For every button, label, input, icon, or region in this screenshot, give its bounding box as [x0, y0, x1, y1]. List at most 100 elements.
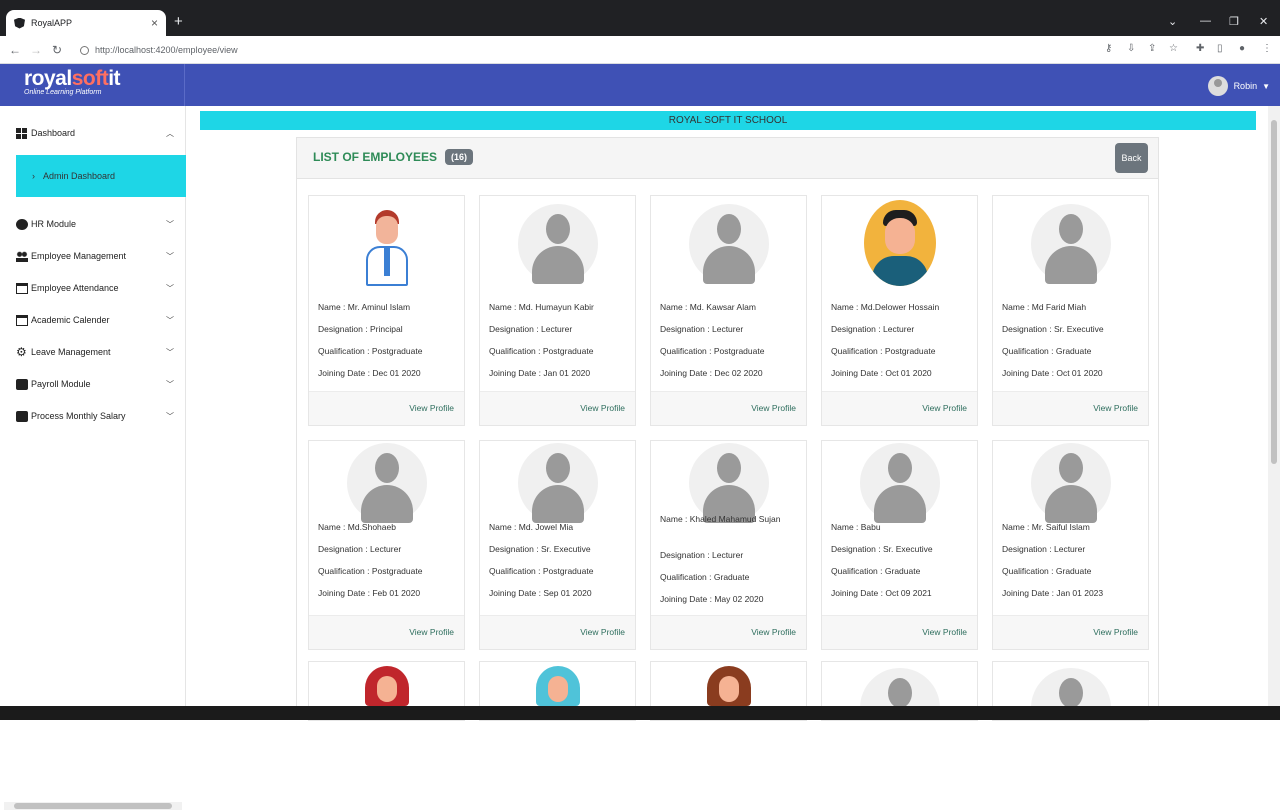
view-profile-link[interactable]: View Profile: [922, 403, 967, 413]
sidebar-horizontal-scrollbar[interactable]: [4, 802, 182, 810]
browser-tabbar: RoyalAPP × + ⌄ — ❐ ✕: [0, 0, 1280, 36]
employee-card: Name : Mr. Saiful Islam Designation : Lec…: [992, 440, 1149, 650]
employee-joining-date: Joining Date : Feb 01 2020: [318, 588, 458, 610]
page-title: LIST OF EMPLOYEES: [313, 150, 438, 164]
user-menu[interactable]: Robin ▼: [1207, 76, 1270, 96]
employee-name: Name : Md.Delower Hossain: [831, 302, 971, 324]
avatar: [1207, 76, 1228, 96]
employee-qualification-value: Postgraduate: [371, 566, 423, 576]
employee-name-label: Name :: [660, 514, 690, 524]
sidebar-subitem-admin-dashboard[interactable]: › Admin Dashboard: [16, 155, 186, 197]
employee-photo: [309, 196, 464, 291]
sidebar-item-process-monthly-salary[interactable]: Process Monthly Salary ﹀: [16, 408, 174, 424]
employee-designation-label: Designation :: [489, 324, 541, 334]
sidebar-item-employee-attendance[interactable]: Employee Attendance ﹀: [16, 280, 174, 296]
view-profile-link[interactable]: View Profile: [751, 627, 796, 637]
employee-qualification: Qualification : Postgraduate: [489, 566, 629, 588]
employee-qualification-label: Qualification :: [489, 346, 543, 356]
employee-joining-date-value: Dec 02 2020: [714, 368, 763, 378]
sidebar-item-hr-module[interactable]: HR Module ﹀: [16, 216, 174, 232]
view-profile-link[interactable]: View Profile: [580, 627, 625, 637]
employee-qualification-label: Qualification :: [831, 346, 885, 356]
sidebar-item-leave-management[interactable]: ⚙ Leave Management ﹀: [16, 344, 174, 360]
employee-name-value: Md.Shohaeb: [347, 522, 396, 532]
sidebar-item-label: Process Monthly Salary: [31, 411, 126, 421]
restore-icon[interactable]: ❐: [1229, 15, 1239, 28]
employee-name-value: Md. Kawsar Alam: [689, 302, 756, 312]
forward-arrow-icon[interactable]: →: [30, 43, 42, 57]
employee-joining-date-label: Joining Date :: [318, 588, 373, 598]
employee-name-label: Name :: [1002, 522, 1032, 532]
tab-search-icon[interactable]: ⌄: [1168, 15, 1177, 28]
sidebar-item-label: HR Module: [31, 219, 77, 229]
view-profile-link[interactable]: View Profile: [409, 627, 454, 637]
share-icon[interactable]: ⇪: [1148, 44, 1158, 54]
sidebar-item-label: Dashboard: [31, 128, 76, 138]
employee-designation-label: Designation :: [1002, 544, 1054, 554]
view-profile-link[interactable]: View Profile: [580, 403, 625, 413]
employee-joining-date: Joining Date : Jan 01 2023: [1002, 588, 1142, 610]
menu-icon[interactable]: ⋮: [1262, 44, 1272, 54]
employee-joining-date-label: Joining Date :: [660, 594, 715, 604]
scrollbar-thumb[interactable]: [1271, 120, 1277, 464]
sidebar-item-academic-calender[interactable]: Academic Calender ﹀: [16, 312, 174, 328]
url-field[interactable]: http://localhost:4200/employee/view: [74, 40, 1124, 60]
sidebar-item-label: Academic Calender: [31, 315, 110, 325]
extensions-icon[interactable]: ✚: [1196, 44, 1206, 54]
minimize-icon[interactable]: —: [1200, 15, 1211, 27]
bottom-edge: [0, 706, 1280, 720]
page-vertical-scrollbar[interactable]: [1268, 106, 1280, 706]
scrollbar-thumb[interactable]: [14, 803, 172, 809]
back-button[interactable]: Back: [1115, 143, 1148, 173]
sidebar-item-dashboard[interactable]: Dashboard ︿: [16, 125, 174, 141]
employee-joining-date-value: Feb 01 2020: [372, 588, 421, 598]
employee-designation: Designation : Principal: [318, 324, 458, 346]
back-arrow-icon[interactable]: ←: [9, 43, 21, 57]
employee-joining-date-label: Joining Date :: [318, 368, 373, 378]
employee-info: Name : Md.Delower Hossain Designation : L…: [831, 302, 971, 390]
sidebar-item-payroll-module[interactable]: Payroll Module ﹀: [16, 376, 174, 392]
close-tab-icon[interactable]: ×: [151, 16, 158, 30]
logo-area[interactable]: royalsoftit Online Learning Platform: [0, 64, 185, 106]
site-info-icon[interactable]: [80, 45, 89, 55]
reload-icon[interactable]: ↻: [52, 43, 62, 57]
employee-info: Name : Mr. Aminul Islam Designation : Pri…: [318, 302, 458, 390]
employee-joining-date-label: Joining Date :: [1002, 368, 1057, 378]
browser-tab[interactable]: RoyalAPP ×: [6, 10, 166, 36]
angular-icon: [14, 17, 25, 29]
view-profile-link[interactable]: View Profile: [409, 403, 454, 413]
employee-qualification-label: Qualification :: [660, 572, 714, 582]
view-profile-link[interactable]: View Profile: [922, 627, 967, 637]
employee-name: Name : Mr. Saiful Islam: [1002, 522, 1142, 544]
logo-tagline: Online Learning Platform: [24, 89, 102, 96]
panel-header: LIST OF EMPLOYEES (16) Back: [297, 138, 1158, 179]
card-footer: View Profile: [651, 391, 806, 425]
employee-name: Name : Md. Humayun Kabir: [489, 302, 629, 324]
profile-icon[interactable]: ●: [1239, 44, 1249, 54]
employee-name-label: Name :: [831, 522, 861, 532]
employee-designation-value: Principal: [369, 324, 403, 334]
employee-designation: Designation : Lecturer: [660, 324, 800, 346]
card-footer: View Profile: [822, 615, 977, 649]
chevron-down-icon: ﹀: [166, 411, 174, 421]
window-close-icon[interactable]: ✕: [1259, 15, 1268, 28]
employee-joining-date-label: Joining Date :: [489, 368, 544, 378]
sidepanel-icon[interactable]: ▯: [1217, 44, 1227, 54]
employee-qualification-value: Graduate: [713, 572, 750, 582]
key-icon[interactable]: ⚷: [1105, 44, 1115, 54]
employee-qualification: Qualification : Graduate: [1002, 566, 1142, 588]
new-tab-icon[interactable]: +: [174, 14, 183, 29]
star-icon[interactable]: ☆: [1169, 44, 1179, 54]
sidebar-item-employee-management[interactable]: Employee Management ﹀: [16, 248, 174, 264]
employee-designation-value: Lecturer: [540, 324, 573, 334]
view-profile-link[interactable]: View Profile: [1093, 627, 1138, 637]
employee-name-value: Md.Delower Hossain: [860, 302, 940, 312]
employee-list-panel: LIST OF EMPLOYEES (16) Back Name : Mr. A…: [296, 137, 1159, 721]
view-profile-link[interactable]: View Profile: [751, 403, 796, 413]
employee-info: Name : Md. Kawsar Alam Designation : Lect…: [660, 302, 800, 390]
employee-designation-label: Designation :: [1002, 324, 1054, 334]
employee-qualification: Qualification : Postgraduate: [318, 346, 458, 368]
install-icon[interactable]: ⇩: [1127, 44, 1137, 54]
employee-name-label: Name :: [489, 302, 519, 312]
view-profile-link[interactable]: View Profile: [1093, 403, 1138, 413]
